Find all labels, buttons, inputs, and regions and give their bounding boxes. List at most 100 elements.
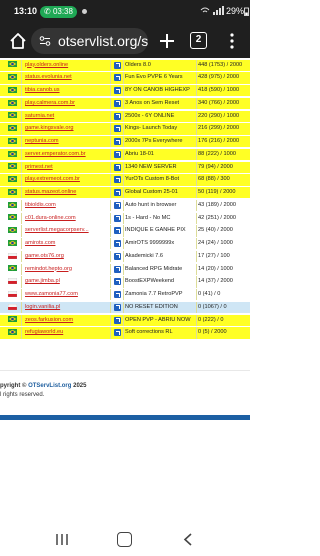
- new-tab-icon[interactable]: [157, 31, 177, 51]
- server-players: 24 (24) / 1000: [198, 240, 233, 246]
- nav-home-icon[interactable]: [117, 532, 132, 547]
- external-link-icon[interactable]: [114, 278, 121, 286]
- server-row[interactable]: tibia.canob.us 8Y ON CANOB HIGHEXP 418 (59…: [0, 85, 250, 97]
- server-row[interactable]: status.evolunia.net Fun Evo PVPE 6 Years 4…: [0, 72, 250, 84]
- external-link-icon[interactable]: [114, 316, 121, 324]
- server-row[interactable]: serverlist.megacorpserv... INDIQUE E GANH…: [0, 225, 250, 237]
- brazil-flag-icon: [8, 112, 17, 119]
- server-row[interactable]: remindot.hepto.org Balanced RPG Midrate 14…: [0, 263, 250, 275]
- server-title: Zamonia 7.7 RetroPVP: [125, 291, 183, 297]
- external-link-icon[interactable]: [114, 252, 121, 260]
- server-link[interactable]: status.mazeot.online: [25, 187, 108, 198]
- external-link-icon[interactable]: [114, 150, 121, 158]
- server-row[interactable]: amirots.com AmirOTS 9999999x 24 (24) / 100…: [0, 238, 250, 250]
- external-link-icon[interactable]: [114, 303, 121, 311]
- column-divider: [196, 199, 197, 211]
- server-link[interactable]: c01.dura-online.com: [25, 213, 108, 224]
- column-divider: [21, 110, 22, 122]
- external-link-icon[interactable]: [114, 138, 121, 146]
- external-link-icon[interactable]: [114, 329, 121, 337]
- external-link-icon[interactable]: [114, 163, 121, 171]
- poland-flag-icon: [8, 252, 17, 259]
- server-row[interactable]: play.extremeot.com.br YurOTs Custom 8-Bot…: [0, 174, 250, 186]
- column-divider: [110, 85, 111, 97]
- back-icon[interactable]: [183, 533, 193, 546]
- server-row[interactable]: game.jimba.pl BoostEXPWeekend 14 (37) / 20…: [0, 276, 250, 288]
- server-row[interactable]: refugiaworld.eu Soft corrections RL 0 (5) …: [0, 327, 250, 339]
- server-row[interactable]: game.kingsvale.org Kings- Launch Today 216…: [0, 123, 250, 135]
- column-divider: [196, 72, 197, 84]
- server-row[interactable]: c01.dura-online.com 1s - Hard - No MC 42 (…: [0, 212, 250, 224]
- external-link-icon[interactable]: [114, 201, 121, 209]
- brazil-flag-icon: [8, 163, 17, 170]
- server-row[interactable]: tibioldis.com Auto hunt in browser 43 (189…: [0, 199, 250, 211]
- server-link[interactable]: tibia.canob.us: [25, 85, 108, 96]
- column-divider: [110, 187, 111, 199]
- external-link-icon[interactable]: [114, 87, 121, 95]
- server-players: 418 (590) / 1000: [198, 87, 240, 93]
- column-divider: [123, 97, 124, 109]
- server-row[interactable]: www.zamonia77.com Zamonia 7.7 RetroPVP 0 (…: [0, 289, 250, 301]
- server-row[interactable]: play.calmera.com.br 3 Anos on Sem Reset 34…: [0, 97, 250, 109]
- server-link[interactable]: amirots.com: [25, 238, 108, 249]
- server-link[interactable]: serverlist.megacorpserv...: [25, 225, 108, 236]
- server-players: 216 (299) / 2000: [198, 125, 240, 132]
- server-row[interactable]: game.ots76.org Akademicki 7.6 17 (27) / 10…: [0, 250, 250, 262]
- server-row[interactable]: saturnia.net 2500x - 6Y ONLINE 220 (290) /…: [0, 110, 250, 122]
- external-link-icon[interactable]: [114, 61, 121, 69]
- server-link[interactable]: game.kingsvale.org: [25, 123, 108, 134]
- server-link[interactable]: game.ots76.org: [25, 251, 108, 262]
- external-link-icon[interactable]: [114, 99, 121, 107]
- server-row[interactable]: primest.net 1340 NEW SERVER 79 (94) / 2000: [0, 161, 250, 173]
- server-players: 14 (20) / 1000: [198, 265, 233, 272]
- recent-apps-icon[interactable]: [55, 533, 69, 546]
- tab-switcher-button[interactable]: 2: [190, 32, 207, 49]
- brazil-flag-icon: [8, 214, 17, 221]
- server-link[interactable]: remindot.hepto.org: [25, 264, 108, 275]
- server-link[interactable]: www.zamonia77.com: [25, 289, 108, 300]
- server-link[interactable]: neptunia.com: [25, 136, 108, 147]
- external-link-icon[interactable]: [114, 291, 121, 299]
- server-link[interactable]: game.jimba.pl: [25, 276, 108, 287]
- column-divider: [196, 301, 197, 313]
- server-link[interactable]: tibioldis.com: [25, 200, 108, 211]
- external-link-icon[interactable]: [114, 265, 121, 273]
- server-link[interactable]: login.vanilia.pl: [25, 302, 108, 313]
- call-indicator[interactable]: ✆ 03:38: [40, 6, 77, 18]
- column-divider: [123, 301, 124, 313]
- server-row[interactable]: zeos.farkusion.com OPEN PVP - ABRIU NOW 0 …: [0, 314, 250, 326]
- external-link-icon[interactable]: [114, 74, 121, 82]
- home-icon[interactable]: [8, 31, 28, 51]
- server-link[interactable]: status.evolunia.net: [25, 72, 108, 83]
- column-divider: [196, 161, 197, 173]
- external-link-icon[interactable]: [114, 240, 121, 248]
- external-link-icon[interactable]: [114, 176, 121, 184]
- server-link[interactable]: play.extremeot.com.br: [25, 174, 108, 185]
- external-link-icon[interactable]: [114, 227, 121, 235]
- column-divider: [21, 314, 22, 326]
- url-text[interactable]: otservlist.org/se: [58, 33, 148, 49]
- more-menu-icon[interactable]: [225, 32, 239, 50]
- server-row[interactable]: login.vanilia.pl NO RESET EDITION 0 (1067)…: [0, 301, 250, 313]
- external-link-icon[interactable]: [114, 214, 121, 222]
- server-link[interactable]: server.emperator.com.br: [25, 149, 108, 160]
- server-link[interactable]: refugiaworld.eu: [25, 327, 108, 338]
- site-settings-icon[interactable]: [39, 35, 51, 47]
- server-row[interactable]: server.emperator.com.br Abriu 18-01 88 (22…: [0, 148, 250, 160]
- poland-flag-icon: [8, 278, 17, 285]
- external-link-icon[interactable]: [114, 125, 121, 133]
- column-divider: [110, 327, 111, 339]
- address-bar[interactable]: otservlist.org/se: [31, 28, 148, 54]
- server-link[interactable]: saturnia.net: [25, 111, 108, 122]
- server-row[interactable]: status.mazeot.online Global Custom 25-01 5…: [0, 187, 250, 199]
- external-link-icon[interactable]: [114, 189, 121, 197]
- brazil-flag-icon: [8, 74, 17, 81]
- server-link[interactable]: zeos.farkusion.com: [25, 315, 108, 326]
- brand-link[interactable]: OTServList.org: [28, 383, 71, 389]
- server-row[interactable]: neptunia.com 2000x 7Ps Everywhere 176 (216…: [0, 136, 250, 148]
- server-link[interactable]: primest.net: [25, 162, 108, 173]
- external-link-icon[interactable]: [114, 112, 121, 120]
- server-link[interactable]: play.calmera.com.br: [25, 98, 108, 109]
- server-row[interactable]: play.olders.online Olders 8.0 448 (1753) /…: [0, 59, 250, 71]
- server-link[interactable]: play.olders.online: [25, 60, 108, 71]
